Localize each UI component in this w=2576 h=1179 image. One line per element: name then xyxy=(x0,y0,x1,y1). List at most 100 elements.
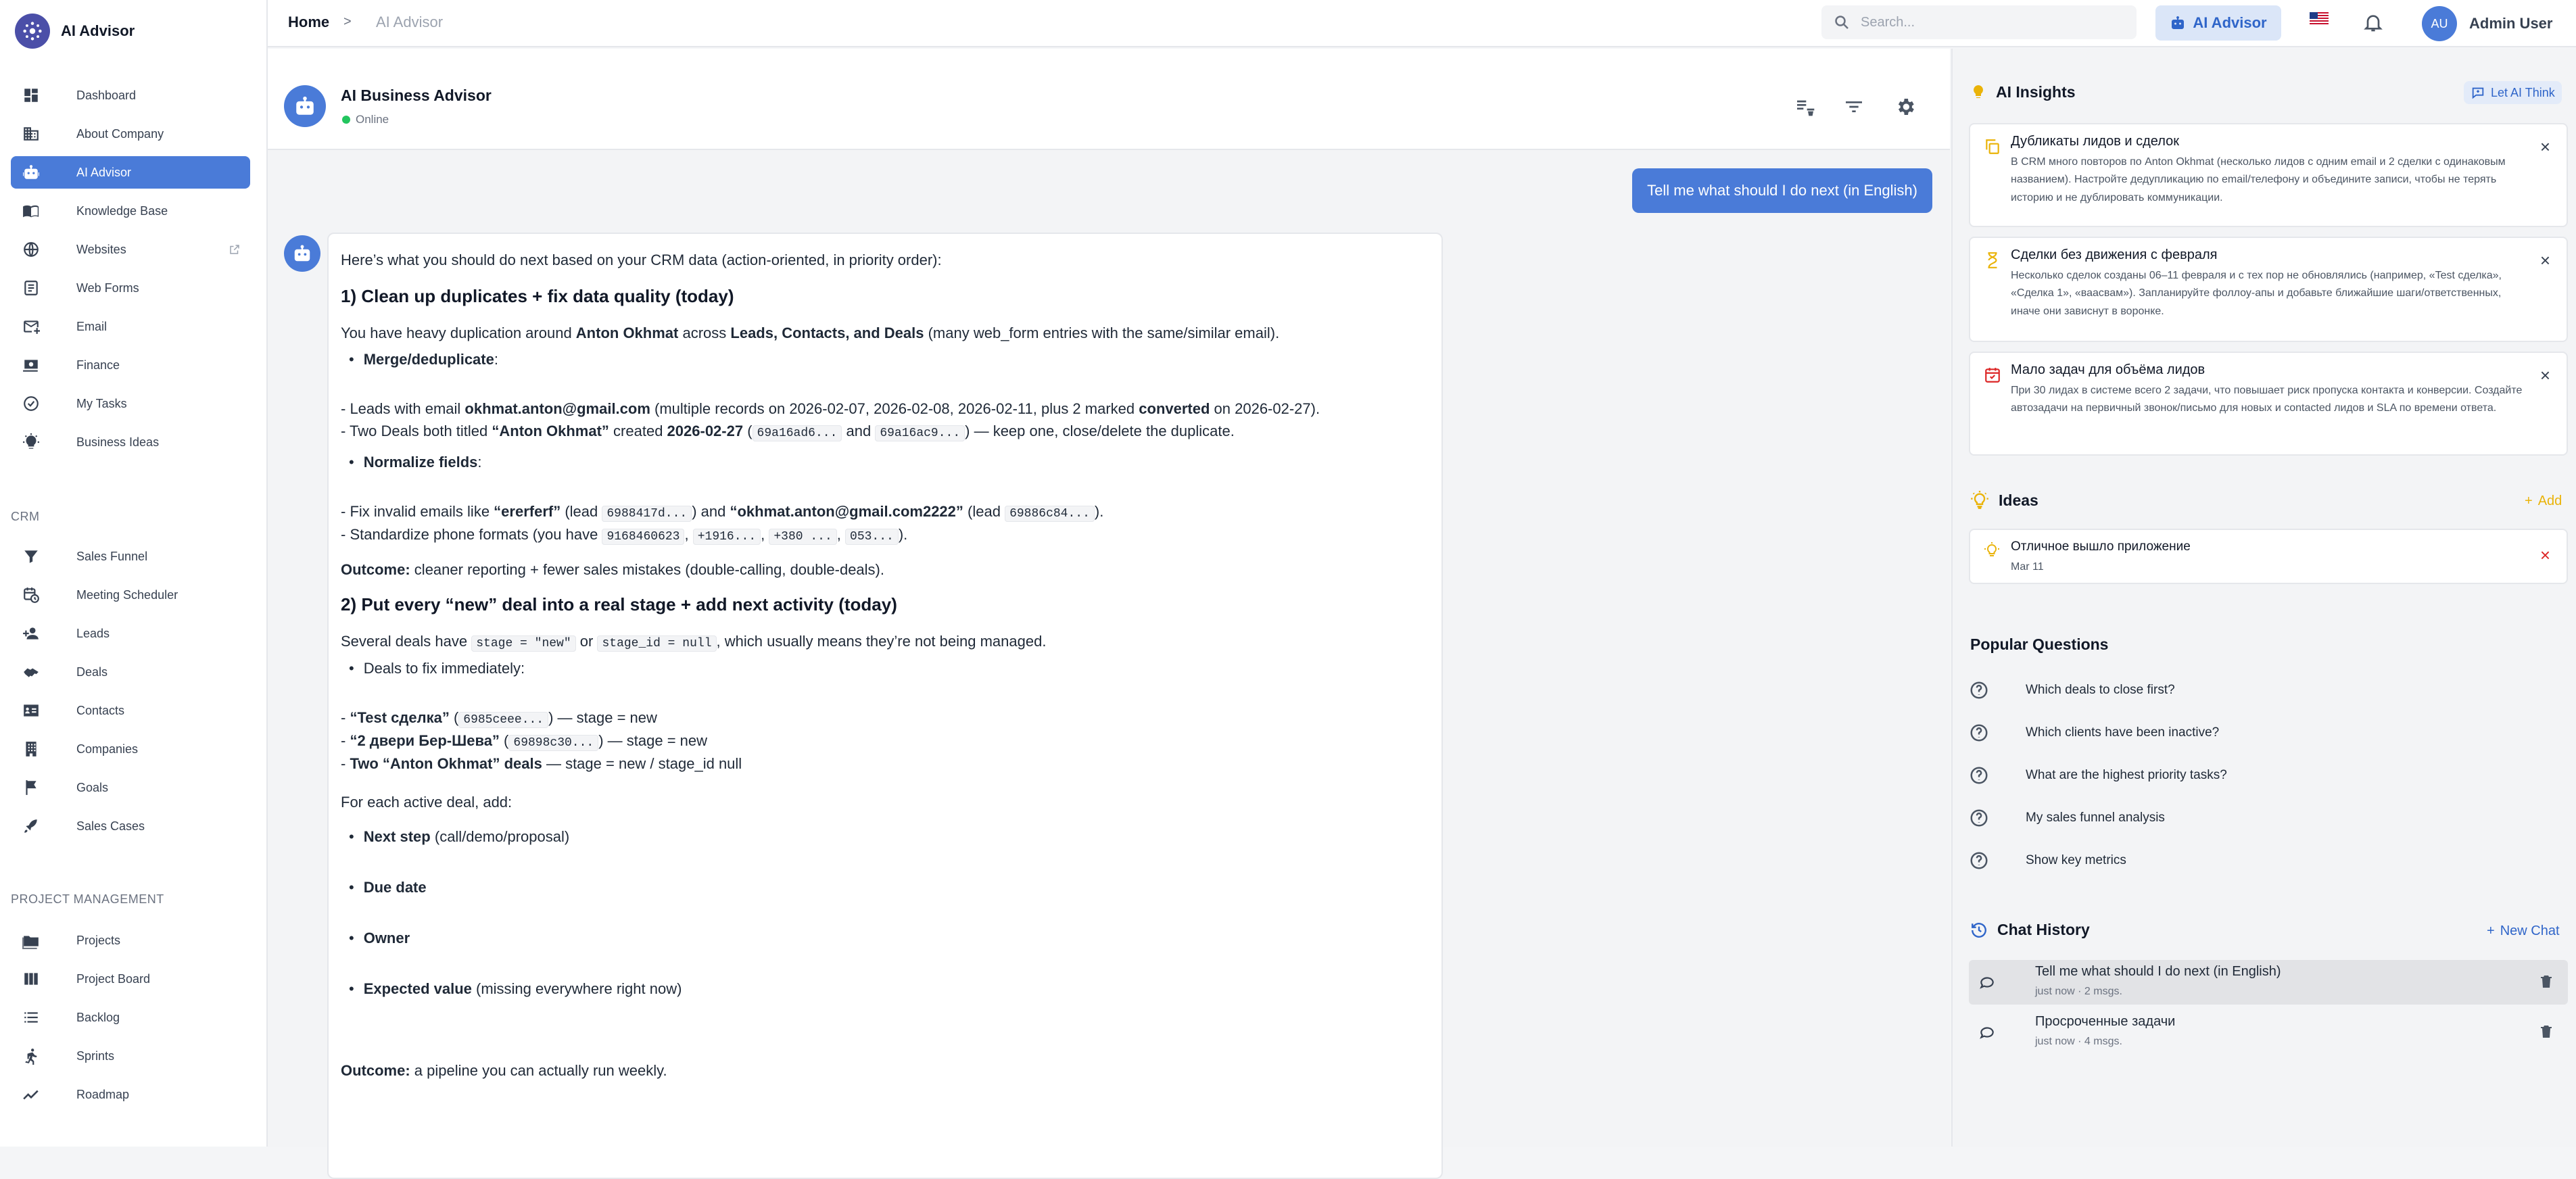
sidebar-item-label: Project Board xyxy=(76,971,151,986)
popular-questions-title: Popular Questions xyxy=(1970,635,2109,653)
sidebar-item-dashboard[interactable]: Dashboard xyxy=(11,79,250,112)
sidebar-item-websites[interactable]: Websites xyxy=(11,233,250,266)
app-name: AI Advisor xyxy=(61,22,135,39)
chat-pane: AI Business Advisor Online Tell me what … xyxy=(268,49,1950,1179)
close-icon[interactable]: × xyxy=(2540,365,2550,386)
sidebar-item-about-company[interactable]: About Company xyxy=(11,118,250,150)
help-circle-icon xyxy=(1969,680,1989,700)
popular-question-item[interactable]: My sales funnel analysis xyxy=(1969,808,2165,828)
sidebar-item-finance[interactable]: Finance xyxy=(11,349,250,381)
sidebar-item-sales-funnel[interactable]: Sales Funnel xyxy=(11,540,250,573)
chat-history-header: Chat History xyxy=(1970,921,2090,939)
sidebar-item-label: Meeting Scheduler xyxy=(76,587,178,602)
avatar[interactable]: AU xyxy=(2422,6,2457,41)
sidebar-item-my-tasks[interactable]: My Tasks xyxy=(11,387,250,420)
question-text: Which clients have been inactive? xyxy=(2026,725,2220,740)
external-link-icon[interactable] xyxy=(229,243,241,256)
sidebar-item-label: Sales Funnel xyxy=(76,549,148,563)
bullet-item: Due date xyxy=(341,876,1429,898)
notifications-bell-icon[interactable] xyxy=(2362,11,2384,34)
right-panel: AI Insights Let AI Think Дубликаты лидов… xyxy=(1951,49,2576,1147)
sidebar-item-label: Knowledge Base xyxy=(76,203,168,218)
reply-line: - Fix invalid emails like “ererferf” (le… xyxy=(341,503,1104,522)
popular-question-item[interactable]: Which deals to close first? xyxy=(1969,680,2175,700)
online-status: Online xyxy=(342,113,389,126)
popular-question-item[interactable]: Show key metrics xyxy=(1969,850,2126,871)
email-icon xyxy=(20,316,42,337)
chat-bubble-icon xyxy=(1978,973,1996,991)
reply-heading-2: 2) Put every “new” deal into a real stag… xyxy=(341,594,897,615)
add-idea-button[interactable]: + Add xyxy=(2518,489,2569,513)
reply-line: - Two Deals both titled “Anton Okhmat” c… xyxy=(341,423,1235,441)
reply-intro: Here’s what you should do next based on … xyxy=(341,251,942,268)
idea-card[interactable]: Отличное вышло приложение Mar 11 × xyxy=(1969,529,2568,584)
new-chat-label: New Chat xyxy=(2500,923,2560,938)
breadcrumb-current: AI Advisor xyxy=(376,14,444,30)
sidebar-item-label: Websites xyxy=(76,242,126,256)
sidebar-item-backlog[interactable]: Backlog xyxy=(11,1001,250,1034)
help-circle-icon xyxy=(1969,723,1989,743)
sidebar-item-projects[interactable]: Projects xyxy=(11,924,250,957)
sidebar-item-roadmap[interactable]: Roadmap xyxy=(11,1078,250,1111)
sidebar-item-goals[interactable]: Goals xyxy=(11,771,250,804)
search-box[interactable] xyxy=(1821,5,2137,39)
filter-icon[interactable] xyxy=(1843,96,1865,118)
robot-icon xyxy=(2170,15,2186,31)
lightbulb-icon xyxy=(1970,82,1986,101)
sidebar-item-email[interactable]: Email xyxy=(11,310,250,343)
chat-bubble-icon xyxy=(1978,1024,1996,1041)
sidebar-item-web-forms[interactable]: Web Forms xyxy=(11,272,250,304)
sidebar-item-sales-cases[interactable]: Sales Cases xyxy=(11,810,250,842)
popular-question-item[interactable]: Which clients have been inactive? xyxy=(1969,723,2219,743)
money-icon xyxy=(20,354,42,376)
funnel-icon xyxy=(20,546,42,567)
insight-text: В CRM много повторов по Anton Okhmat (не… xyxy=(2011,156,2506,203)
delete-x-icon[interactable]: × xyxy=(2540,545,2550,566)
list-icon xyxy=(20,1007,42,1028)
sidebar-item-contacts[interactable]: Contacts xyxy=(11,694,250,727)
clear-chat-icon[interactable] xyxy=(1794,96,1816,118)
sidebar-item-meeting-scheduler[interactable]: Meeting Scheduler xyxy=(11,579,250,611)
sidebar-item-ai-advisor[interactable]: AI Advisor xyxy=(11,156,250,189)
insights-header: AI Insights xyxy=(1970,82,2076,101)
bullet-item: Owner xyxy=(341,927,1429,949)
search-input[interactable] xyxy=(1859,14,2116,31)
plus-icon: + xyxy=(2525,494,2533,508)
us-flag-icon[interactable] xyxy=(2310,12,2329,26)
dashboard-icon xyxy=(20,85,42,106)
brand[interactable]: AI Advisor xyxy=(15,14,135,49)
chat-history-item[interactable]: Просроченные задачи just now · 4 msgs. xyxy=(1969,1010,2568,1055)
reply-outcome: Outcome: cleaner reporting + fewer sales… xyxy=(341,561,884,578)
insight-card[interactable]: Дубликаты лидов и сделок В CRM много пов… xyxy=(1969,123,2568,227)
insight-title: Сделки без движения с февраля xyxy=(2011,247,2218,262)
help-circle-icon xyxy=(1969,808,1989,828)
insight-card[interactable]: Сделки без движения с февраля Несколько … xyxy=(1969,237,2568,342)
user-name[interactable]: Admin User xyxy=(2469,15,2552,32)
ai-advisor-button[interactable]: AI Advisor xyxy=(2155,5,2281,41)
sidebar-item-business-ideas[interactable]: Business Ideas xyxy=(11,426,250,458)
settings-gear-icon[interactable] xyxy=(1894,96,1916,118)
status-text: Online xyxy=(356,113,389,126)
trash-icon[interactable] xyxy=(2538,973,2554,990)
insight-card[interactable]: Мало задач для объёма лидов При 30 лидах… xyxy=(1969,352,2568,456)
sidebar-item-sprints[interactable]: Sprints xyxy=(11,1040,250,1072)
chat-history-item[interactable]: Tell me what should I do next (in Englis… xyxy=(1969,960,2568,1005)
sidebar-item-deals[interactable]: Deals xyxy=(11,656,250,688)
rocket-icon xyxy=(20,815,42,837)
breadcrumb-home[interactable]: Home xyxy=(288,14,329,31)
close-icon[interactable]: × xyxy=(2540,250,2550,271)
close-icon[interactable]: × xyxy=(2540,137,2550,158)
let-ai-think-button[interactable]: Let AI Think xyxy=(2464,81,2562,104)
trend-icon xyxy=(20,1084,42,1105)
new-chat-button[interactable]: + New Chat xyxy=(2480,919,2567,943)
sidebar-item-leads[interactable]: Leads xyxy=(11,617,250,650)
sidebar-item-project-board[interactable]: Project Board xyxy=(11,963,250,995)
app-logo-icon xyxy=(15,14,50,49)
sidebar-item-knowledge-base[interactable]: Knowledge Base xyxy=(11,195,250,227)
lightbulb-icon xyxy=(20,431,42,453)
help-circle-icon xyxy=(1969,765,1989,786)
sidebar-item-companies[interactable]: Companies xyxy=(11,733,250,765)
popular-question-item[interactable]: What are the highest priority tasks? xyxy=(1969,765,2227,786)
trash-icon[interactable] xyxy=(2538,1024,2554,1040)
bullet-item: Merge/deduplicate: xyxy=(341,348,1429,370)
